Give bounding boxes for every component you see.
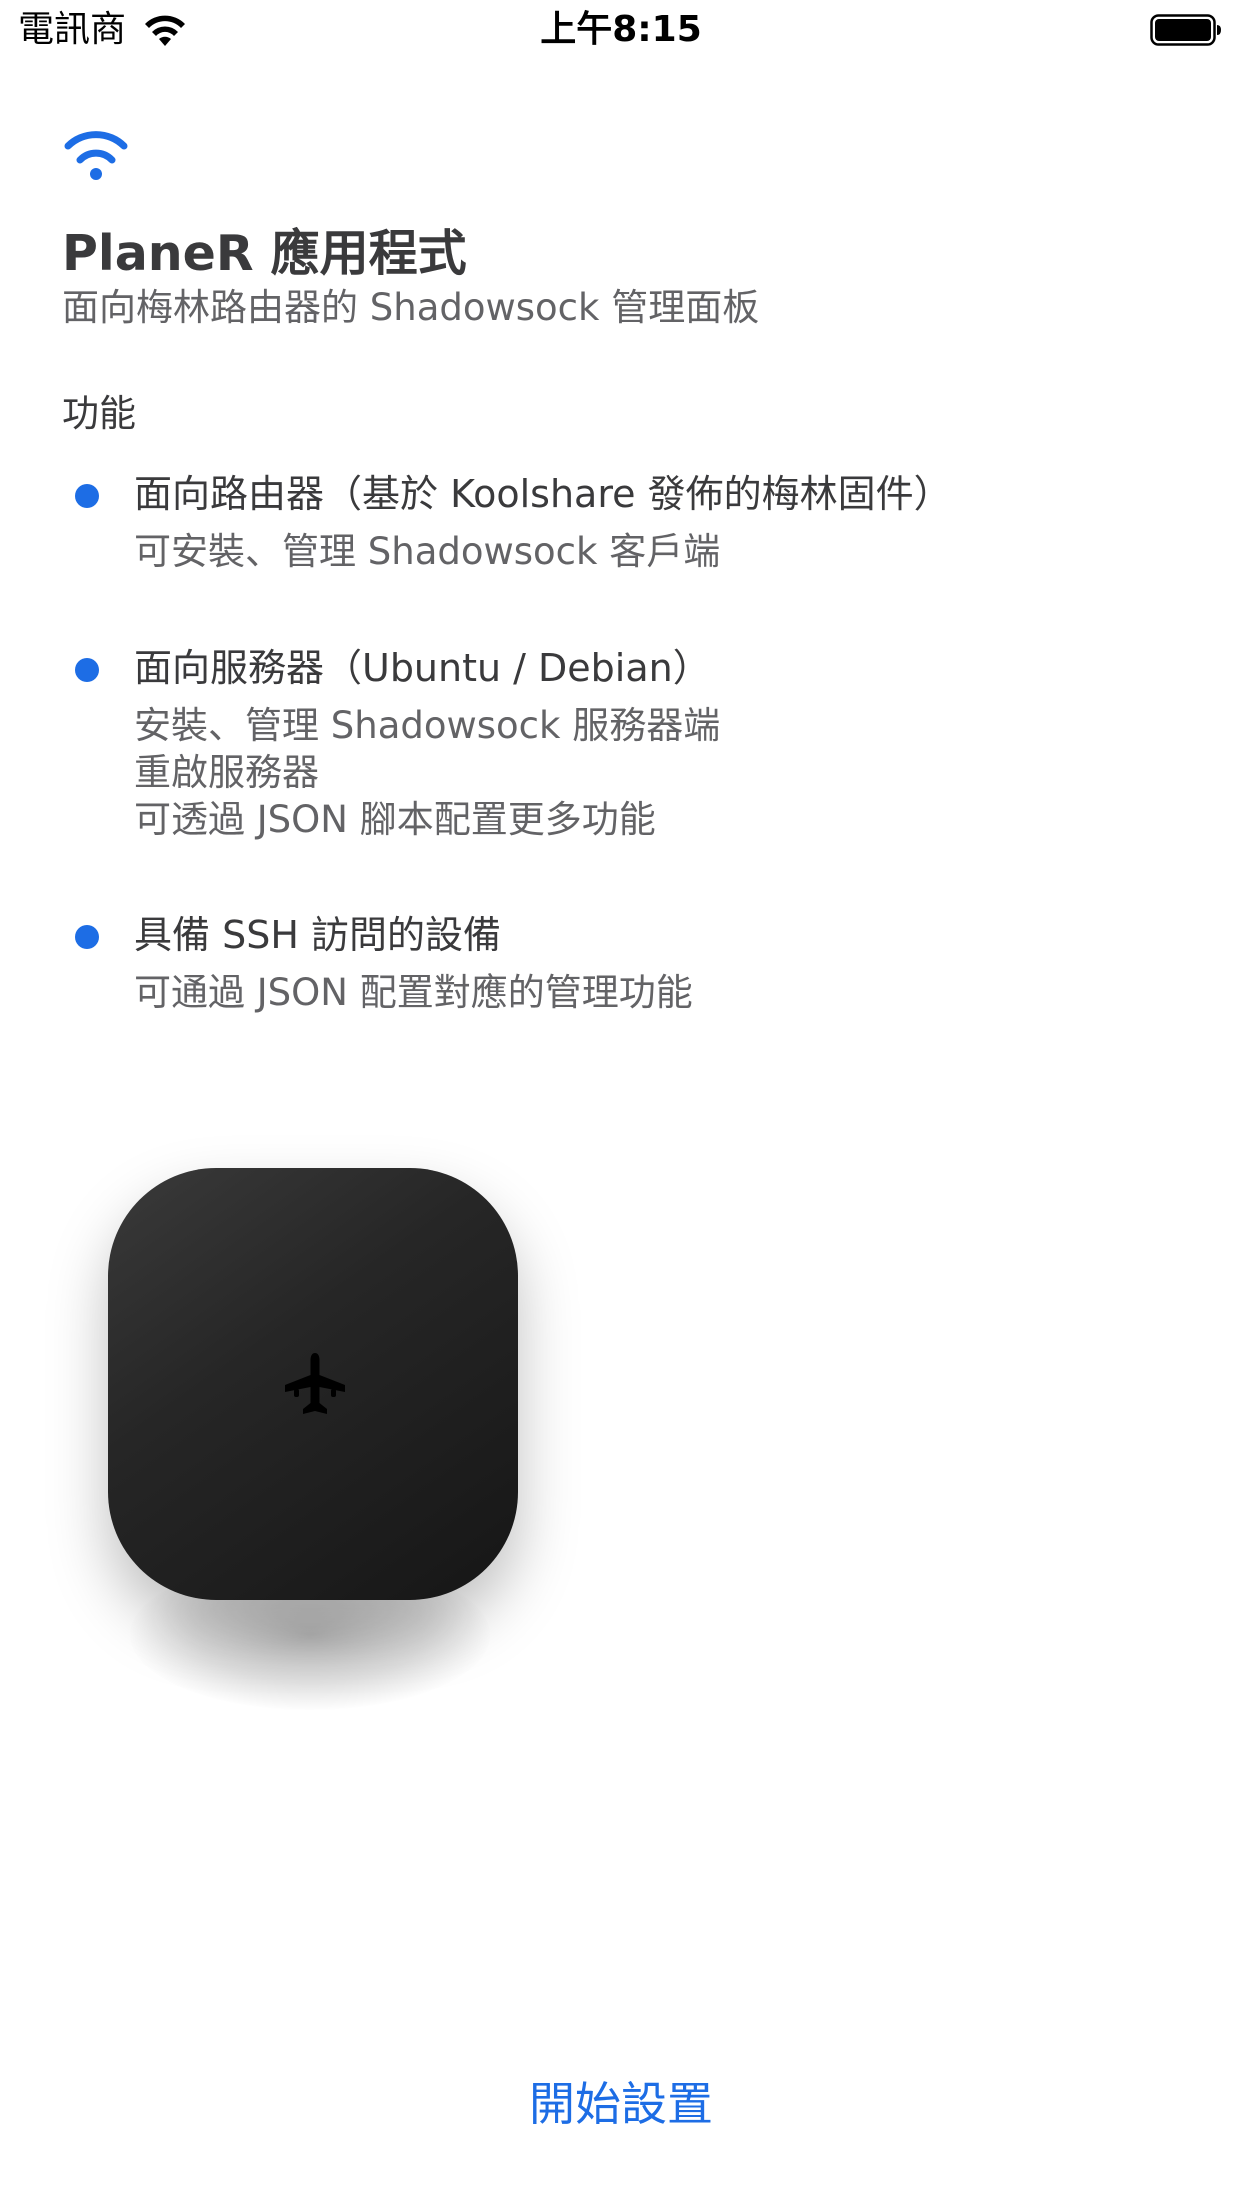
features-section-title: 功能 <box>62 392 136 435</box>
feature-line: 可安裝、管理 Shadowsock 客戶端 <box>134 530 721 573</box>
feature-title: 面向路由器（基於 Koolshare 發佈的梅林固件） <box>134 472 952 516</box>
feature-description: 可安裝、管理 Shadowsock 客戶端 <box>134 528 720 575</box>
feature-line: 可透過 JSON 腳本配置更多功能 <box>134 798 656 841</box>
feature-description: 安裝、管理 Shadowsock 服務器端 重啟服務器 可透過 JSON 腳本配… <box>134 702 720 843</box>
battery-full-icon <box>1150 14 1221 46</box>
feature-title: 具備 SSH 訪問的設備 <box>134 913 501 957</box>
feature-line: 重啟服務器 <box>134 751 319 794</box>
bullet-dot <box>75 484 99 508</box>
feature-description: 可通過 JSON 配置對應的管理功能 <box>134 969 693 1016</box>
page-title: PlaneR 應用程式 <box>62 225 467 282</box>
router-device-image <box>108 1168 518 1600</box>
feature-line: 可通過 JSON 配置對應的管理功能 <box>134 971 693 1014</box>
start-setup-button[interactable]: 開始設置 <box>0 2074 1242 2134</box>
feature-title: 面向服務器（Ubuntu / Debian） <box>134 646 711 690</box>
status-bar: 電訊商 上午8:15 <box>0 0 1242 60</box>
bullet-dot <box>75 658 99 682</box>
airplane-icon <box>285 1353 345 1414</box>
wifi-icon <box>64 131 128 180</box>
feature-line: 安裝、管理 Shadowsock 服務器端 <box>134 704 721 747</box>
bullet-dot <box>75 925 99 949</box>
clock: 上午8:15 <box>540 9 702 50</box>
page-subtitle: 面向梅林路由器的 Shadowsock 管理面板 <box>62 286 760 329</box>
